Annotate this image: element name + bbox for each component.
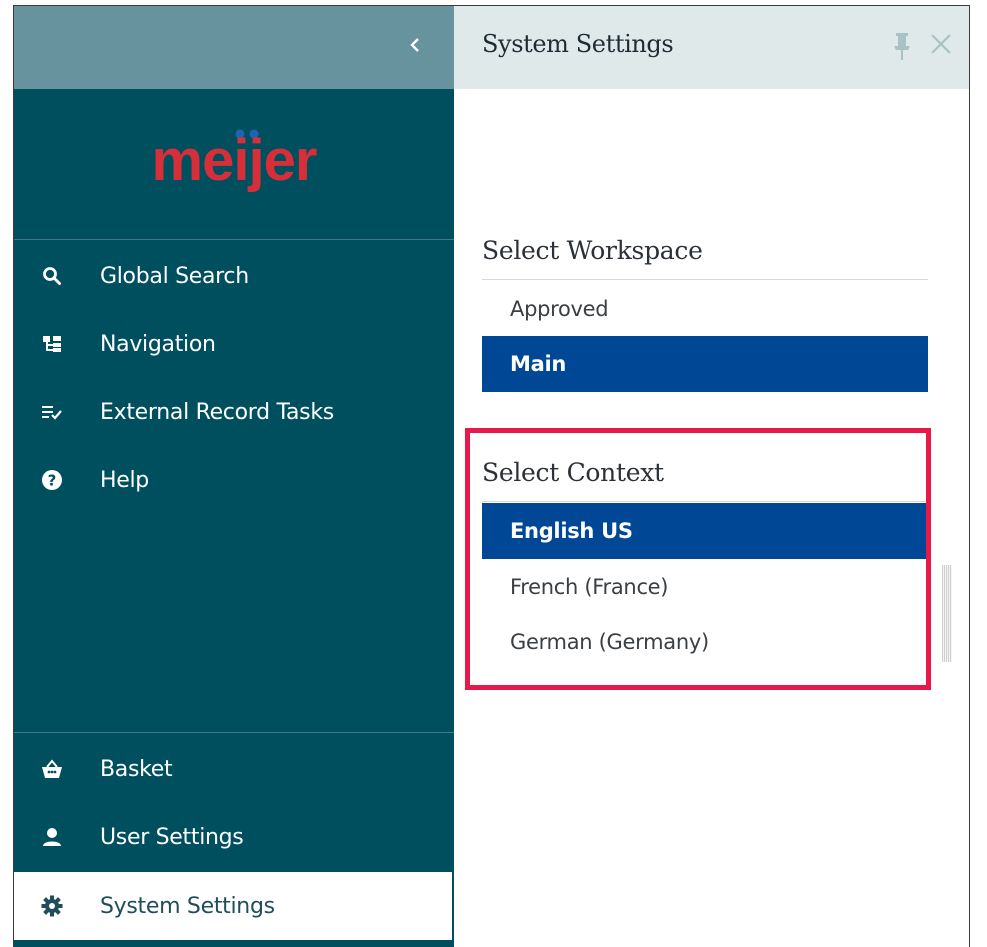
sidebar-item-label: Basket bbox=[100, 756, 173, 782]
option-label: Approved bbox=[510, 297, 609, 321]
sidebar-item-label: Global Search bbox=[100, 263, 249, 289]
panel-title: System Settings bbox=[482, 30, 674, 58]
context-option-french-france[interactable]: French (France) bbox=[482, 559, 928, 615]
sidebar-item-label: Navigation bbox=[100, 331, 216, 357]
select-workspace-heading: Select Workspace bbox=[482, 236, 703, 265]
option-label: German (Germany) bbox=[510, 630, 709, 654]
gear-icon bbox=[40, 894, 64, 918]
sidebar-item-label: Help bbox=[100, 467, 149, 493]
sidebar-item-label: User Settings bbox=[100, 824, 244, 850]
meijer-logo: meijer bbox=[14, 124, 454, 201]
sidebar-item-user-settings[interactable]: User Settings bbox=[14, 809, 454, 865]
chevron-left-icon bbox=[410, 38, 419, 52]
panel-scrollbar[interactable] bbox=[942, 565, 952, 662]
sidebar-header bbox=[14, 6, 454, 89]
collapse-sidebar-button[interactable] bbox=[404, 34, 426, 56]
sidebar-item-basket[interactable]: Basket bbox=[14, 741, 454, 797]
option-label: French (France) bbox=[510, 575, 669, 599]
sidebar-item-label: System Settings bbox=[100, 893, 275, 919]
hierarchy-icon bbox=[40, 332, 64, 356]
select-context-heading: Select Context bbox=[482, 458, 664, 487]
workspace-option-main[interactable]: Main bbox=[482, 336, 928, 392]
workspace-option-approved[interactable]: Approved bbox=[482, 281, 928, 337]
context-option-english-us[interactable]: English US bbox=[482, 503, 928, 559]
app-window: meijer Global Search Navigation External… bbox=[13, 5, 970, 947]
sidebar-divider bbox=[14, 239, 454, 240]
close-button[interactable] bbox=[929, 32, 953, 61]
option-label: Main bbox=[510, 352, 567, 376]
section-divider bbox=[482, 279, 928, 280]
option-label: English US bbox=[510, 519, 633, 543]
sidebar: meijer Global Search Navigation External… bbox=[14, 6, 454, 947]
panel-header: System Settings bbox=[454, 6, 969, 89]
basket-icon bbox=[40, 757, 64, 781]
sidebar-item-help[interactable]: ? Help bbox=[14, 452, 454, 508]
sidebar-item-external-record-tasks[interactable]: External Record Tasks bbox=[14, 384, 454, 440]
system-settings-panel: System Settings Select Workspace Approve… bbox=[454, 6, 969, 947]
help-icon: ? bbox=[40, 468, 64, 492]
user-icon bbox=[40, 825, 64, 849]
svg-text:meijer: meijer bbox=[152, 128, 317, 193]
pin-button[interactable] bbox=[893, 32, 911, 67]
task-list-icon bbox=[40, 400, 64, 424]
pin-icon bbox=[894, 33, 910, 60]
sidebar-item-global-search[interactable]: Global Search bbox=[14, 248, 454, 304]
section-divider bbox=[482, 501, 928, 502]
context-option-german-germany[interactable]: German (Germany) bbox=[482, 614, 928, 670]
svg-text:?: ? bbox=[48, 472, 57, 490]
sidebar-item-label: External Record Tasks bbox=[100, 399, 334, 425]
sidebar-item-navigation[interactable]: Navigation bbox=[14, 316, 454, 372]
sidebar-divider bbox=[14, 732, 454, 733]
close-icon bbox=[931, 34, 951, 54]
sidebar-item-system-settings[interactable]: System Settings bbox=[14, 872, 452, 940]
search-icon bbox=[40, 264, 64, 288]
